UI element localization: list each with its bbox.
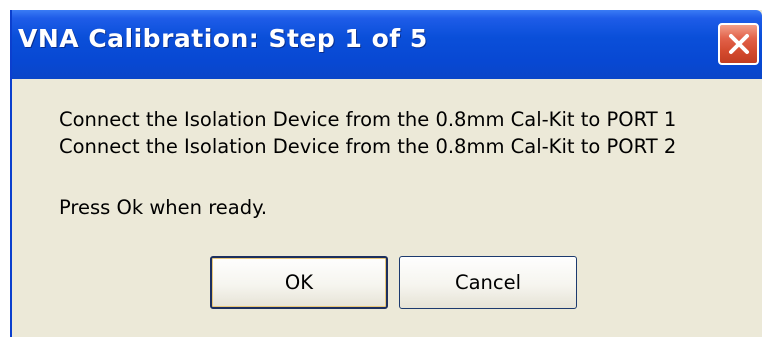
title-bar[interactable]: VNA Calibration: Step 1 of 5 bbox=[12, 10, 762, 79]
ok-button[interactable]: OK bbox=[210, 256, 388, 309]
close-button[interactable] bbox=[718, 23, 759, 65]
ready-prompt: Press Ok when ready. bbox=[59, 196, 268, 219]
calibration-dialog: VNA Calibration: Step 1 of 5 Connect the… bbox=[10, 10, 762, 337]
cancel-button[interactable]: Cancel bbox=[399, 256, 577, 309]
instruction-port-1: Connect the Isolation Device from the 0.… bbox=[59, 108, 677, 131]
close-icon bbox=[727, 32, 751, 56]
dialog-body: Connect the Isolation Device from the 0.… bbox=[12, 79, 762, 337]
dialog-title: VNA Calibration: Step 1 of 5 bbox=[18, 24, 428, 53]
instruction-port-2: Connect the Isolation Device from the 0.… bbox=[59, 135, 677, 158]
